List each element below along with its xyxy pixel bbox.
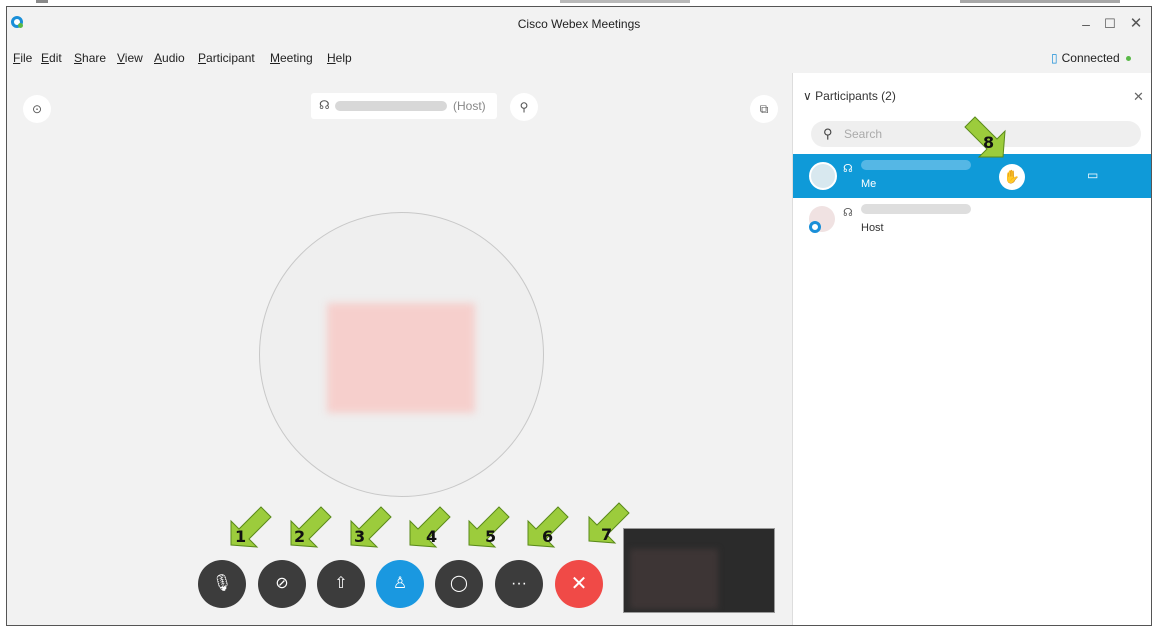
headset-icon: ☊	[319, 98, 330, 112]
pin-icon[interactable]: ⚲	[510, 93, 538, 121]
popout-icon[interactable]: ⧉	[750, 95, 778, 123]
annotation-label-1: 1	[235, 527, 247, 546]
mic-off-icon: 🎙	[211, 575, 233, 592]
participants-header[interactable]: ∨ Participants (2)	[803, 89, 896, 103]
mute-button[interactable]: 🎙	[198, 560, 246, 608]
connection-status: ▯ Connected	[1051, 51, 1131, 65]
webex-badge-icon	[809, 221, 821, 233]
meeting-stage: ⊙ ☊ (Host) ⚲ ⧉ 🎙 ⊘ ⇧ ♙ ◯ ··· ✕	[7, 73, 791, 625]
share-button[interactable]: ⇧	[317, 560, 365, 608]
menu-audio[interactable]: Audio	[154, 51, 185, 65]
menu-file[interactable]: File	[13, 51, 32, 65]
annotation-label-7: 7	[601, 525, 613, 544]
participant-name-redacted	[861, 204, 971, 214]
menu-help[interactable]: Help	[327, 51, 352, 65]
menu-share[interactable]: Share	[74, 51, 106, 65]
video-off-icon: ⊘	[275, 575, 289, 592]
webex-window: Cisco Webex Meetings ‒ ☐ ✕ File Edit Sha…	[6, 6, 1152, 626]
chevron-down-icon: ∨	[803, 89, 812, 103]
participant-row-me[interactable]: ☊ Me ✋ ▭	[793, 154, 1151, 198]
annotation-label-5: 5	[485, 527, 497, 546]
menu-meeting[interactable]: Meeting	[270, 51, 313, 65]
headset-icon: ☊	[843, 207, 853, 219]
participant-search[interactable]: ⚲ Search	[811, 121, 1141, 147]
menu-participant[interactable]: Participant	[198, 51, 255, 65]
title-bar: Cisco Webex Meetings ‒ ☐ ✕	[7, 7, 1151, 41]
chat-icon: ◯	[450, 575, 468, 592]
annotation-label-3: 3	[354, 527, 366, 546]
participant-row-host[interactable]: ☊ Host	[793, 198, 1151, 242]
participants-panel: ∨ Participants (2) ✕ ⚲ Search ☊ Me ✋ ▭ ☊…	[792, 73, 1151, 625]
minimize-icon[interactable]: ‒	[1075, 13, 1097, 35]
participant-name-redacted	[861, 160, 971, 170]
chat-button[interactable]: ◯	[435, 560, 483, 608]
annotation-label-8: 8	[983, 133, 995, 152]
self-view-image	[630, 549, 718, 609]
close-icon[interactable]: ✕	[1125, 13, 1147, 35]
panel-close-icon[interactable]: ✕	[1133, 89, 1144, 105]
annotation-label-2: 2	[294, 527, 306, 546]
more-options-button[interactable]: ···	[495, 560, 543, 608]
speaker-avatar-image	[327, 303, 475, 413]
avatar	[809, 206, 835, 233]
video-icon: ▭	[1087, 168, 1099, 182]
menu-view[interactable]: View	[117, 51, 143, 65]
participants-button[interactable]: ♙	[376, 560, 424, 608]
raise-hand-button[interactable]: ✋	[999, 164, 1025, 190]
connected-dot-icon	[1125, 56, 1131, 62]
stop-video-button[interactable]: ⊘	[258, 560, 306, 608]
host-name-redacted	[335, 101, 447, 111]
window-title: Cisco Webex Meetings	[517, 17, 641, 31]
annotation-label-6: 6	[542, 527, 554, 546]
hand-icon: ✋	[1003, 169, 1021, 184]
meeting-info-button[interactable]: ⊙	[23, 95, 51, 123]
headset-icon: ☊	[843, 163, 853, 175]
leave-meeting-button[interactable]: ✕	[555, 560, 603, 608]
leave-icon: ✕	[570, 573, 588, 595]
annotation-label-4: 4	[426, 527, 438, 546]
maximize-icon[interactable]: ☐	[1099, 13, 1121, 35]
avatar	[809, 162, 837, 190]
self-view-video[interactable]	[623, 528, 775, 613]
mic-status-icon: ▯	[1051, 51, 1058, 65]
share-icon: ⇧	[334, 575, 348, 592]
more-icon: ···	[511, 575, 527, 592]
active-speaker-label: ☊ (Host)	[311, 93, 497, 119]
menu-bar: File Edit Share View Audio Participant M…	[7, 47, 1151, 67]
menu-edit[interactable]: Edit	[41, 51, 62, 65]
search-icon: ⚲	[823, 126, 833, 141]
participants-icon: ♙	[392, 575, 408, 592]
